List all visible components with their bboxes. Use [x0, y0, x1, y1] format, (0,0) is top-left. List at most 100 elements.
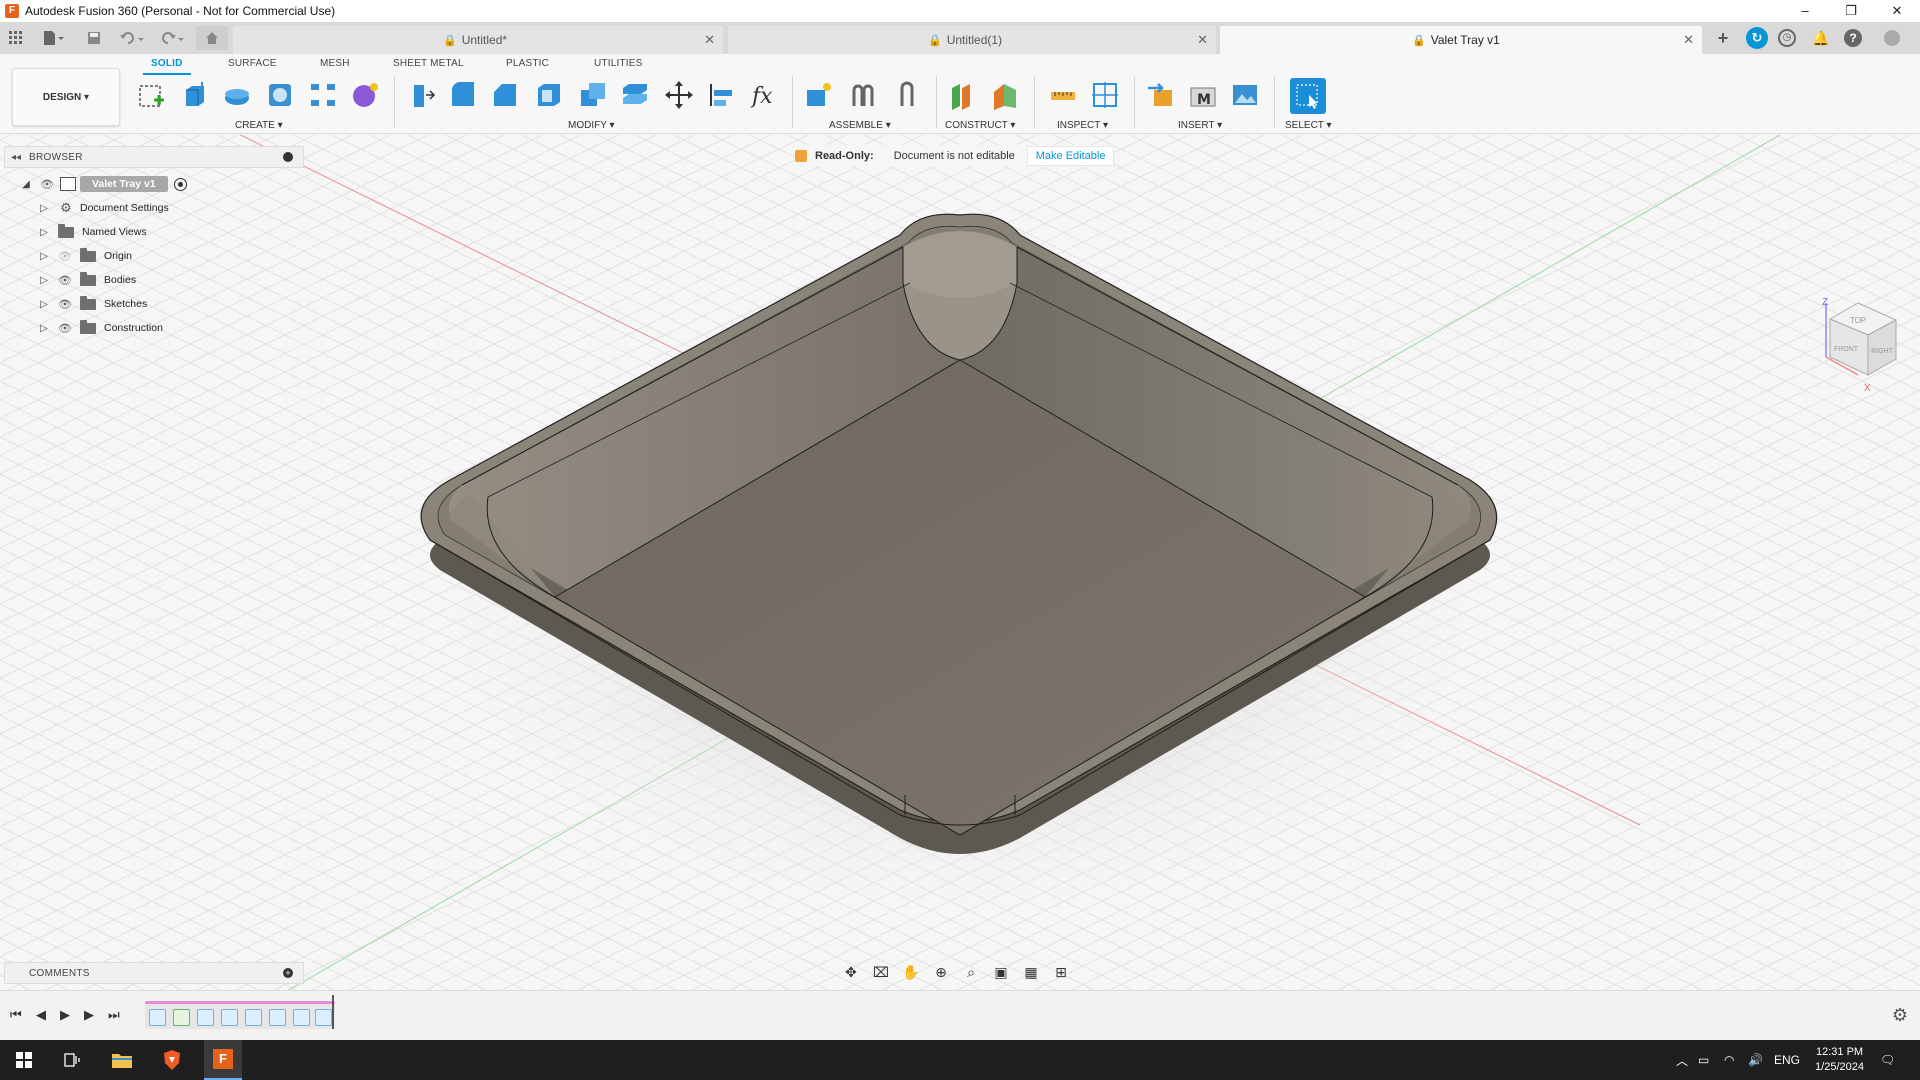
timeline-fillet-item[interactable]	[245, 1009, 262, 1026]
system-clock[interactable]: 12:31 PM 1/25/2024	[1815, 1045, 1864, 1075]
change-parameters-icon[interactable]: fx	[750, 80, 780, 110]
battery-icon[interactable]: ▭	[1698, 1040, 1709, 1080]
orbit-icon[interactable]: ✥	[840, 961, 862, 983]
timeline-track[interactable]	[145, 1001, 335, 1029]
add-comment-icon[interactable]: +	[283, 968, 293, 978]
insert-group-label[interactable]: INSERT ▾	[1178, 120, 1222, 131]
chamfer-icon[interactable]	[490, 80, 520, 110]
step-back-icon[interactable]: ◀	[36, 1007, 46, 1023]
visibility-eye-icon[interactable]: 👁	[40, 177, 54, 191]
language-indicator[interactable]: ENG	[1774, 1040, 1800, 1080]
home-icon[interactable]	[196, 26, 228, 50]
expand-arrow-icon[interactable]: ▷	[38, 275, 50, 286]
grid-settings-icon[interactable]: ▦	[1020, 961, 1042, 983]
plane-at-angle-icon[interactable]	[990, 80, 1020, 110]
step-forward-icon[interactable]: ▶	[84, 1007, 94, 1023]
expand-arrow-icon[interactable]: ▷	[38, 251, 50, 262]
modify-group-label[interactable]: MODIFY ▾	[568, 120, 615, 131]
clock-icon[interactable]: ◷	[1778, 29, 1796, 47]
file-menu-icon[interactable]	[38, 26, 68, 50]
play-icon[interactable]: ▶	[60, 1007, 70, 1023]
browser-item-origin[interactable]: ▷ 👁 Origin	[38, 245, 132, 267]
wifi-icon[interactable]: ◠	[1724, 1040, 1734, 1080]
create-sketch-icon[interactable]	[136, 80, 166, 110]
extrude-icon[interactable]	[180, 80, 210, 110]
select-icon[interactable]	[1290, 78, 1326, 114]
tab-untitled[interactable]: 🔒 Untitled* ✕	[233, 26, 723, 54]
joint-icon[interactable]	[848, 80, 878, 110]
tab-valet-tray[interactable]: 🔒 Valet Tray v1 ✕	[1220, 26, 1702, 54]
timeline-sketch-item[interactable]	[197, 1009, 214, 1026]
timeline-fillet-item[interactable]	[315, 1009, 332, 1026]
insert-derive-icon[interactable]	[1146, 80, 1176, 110]
tab-mesh[interactable]: MESH	[320, 58, 350, 69]
split-body-icon[interactable]	[620, 80, 650, 110]
press-pull-icon[interactable]	[406, 80, 436, 110]
go-to-start-icon[interactable]: ⏮	[10, 1007, 22, 1023]
tab-utilities[interactable]: UTILITIES	[594, 58, 642, 69]
browser-item-bodies[interactable]: ▷ 👁 Bodies	[38, 269, 136, 291]
close-window-button[interactable]: ✕	[1874, 0, 1920, 22]
measure-icon[interactable]	[1048, 80, 1078, 110]
pan-hand-icon[interactable]: ✋	[900, 961, 922, 983]
make-editable-link[interactable]: Make Editable	[1026, 146, 1115, 166]
collapse-browser-icon[interactable]: ◂◂	[11, 152, 21, 163]
close-tab-icon[interactable]: ✕	[704, 32, 715, 48]
close-tab-icon[interactable]: ✕	[1197, 32, 1208, 48]
minimize-button[interactable]: –	[1782, 0, 1828, 22]
combine-icon[interactable]	[578, 80, 608, 110]
browser-item-sketches[interactable]: ▷ 👁 Sketches	[38, 293, 147, 315]
hole-icon[interactable]	[265, 80, 295, 110]
expand-arrow-icon[interactable]: ▷	[38, 323, 50, 334]
as-built-joint-icon[interactable]	[892, 80, 922, 110]
visibility-eye-icon[interactable]: 👁	[58, 321, 72, 335]
inspect-group-label[interactable]: INSPECT ▾	[1057, 120, 1108, 131]
help-icon[interactable]: ?	[1844, 29, 1862, 47]
new-tab-icon[interactable]: +	[1712, 27, 1734, 49]
job-status-icon[interactable]: ↻	[1746, 27, 1768, 49]
timeline-marker[interactable]	[332, 995, 334, 1029]
visibility-eye-icon[interactable]: 👁	[58, 273, 72, 287]
task-view-icon[interactable]	[56, 1040, 88, 1080]
redo-icon[interactable]	[156, 26, 188, 50]
browser-panel-header[interactable]: ◂◂ BROWSER	[4, 146, 304, 168]
rectangular-pattern-icon[interactable]	[308, 80, 338, 110]
view-cube[interactable]: TOP FRONT RIGHT Z X	[1808, 295, 1908, 395]
expand-arrow-icon[interactable]: ▷	[38, 299, 50, 310]
notification-center-icon[interactable]: 🗨	[1880, 1040, 1895, 1080]
section-analysis-icon[interactable]	[1090, 80, 1120, 110]
timeline-plane-item[interactable]	[173, 1009, 190, 1026]
timeline-extrude-item[interactable]	[221, 1009, 238, 1026]
browser-item-construction[interactable]: ▷ 👁 Construction	[38, 317, 163, 339]
fusion-taskbar-icon[interactable]: F	[204, 1040, 242, 1080]
insert-canvas-icon[interactable]	[1230, 80, 1260, 110]
show-hidden-icons-chevron[interactable]: ︿	[1676, 1040, 1688, 1080]
viewports-icon[interactable]: ⊞	[1050, 961, 1072, 983]
workspace-switcher-button[interactable]: DESIGN ▾	[12, 68, 120, 126]
notification-bell-icon[interactable]: 🔔	[1810, 27, 1832, 49]
activate-radio-icon[interactable]	[173, 177, 187, 191]
undo-icon[interactable]	[116, 26, 148, 50]
tab-untitled-1[interactable]: 🔒 Untitled(1) ✕	[728, 26, 1216, 54]
zoom-icon[interactable]: ⊕	[930, 961, 952, 983]
timeline-sketch-item[interactable]	[149, 1009, 166, 1026]
assemble-group-label[interactable]: ASSEMBLE ▾	[829, 120, 891, 131]
save-icon[interactable]	[84, 26, 104, 50]
visibility-eye-icon[interactable]: 👁	[58, 249, 72, 263]
close-tab-icon[interactable]: ✕	[1683, 32, 1694, 48]
tab-sheet-metal[interactable]: SHEET METAL	[393, 58, 464, 69]
timeline-fillet-item[interactable]	[293, 1009, 310, 1026]
construct-group-label[interactable]: CONSTRUCT ▾	[945, 120, 1015, 131]
tab-solid[interactable]: SOLID	[143, 58, 191, 75]
move-copy-icon[interactable]	[664, 80, 694, 110]
volume-icon[interactable]: 🔊	[1748, 1040, 1763, 1080]
tab-surface[interactable]: SURFACE	[228, 58, 277, 69]
browser-root-item[interactable]: ◢ 👁 Valet Tray v1	[20, 173, 187, 195]
timeline-shell-item[interactable]	[269, 1009, 286, 1026]
browser-item-named-views[interactable]: ▷ Named Views	[38, 221, 147, 243]
browser-pin-icon[interactable]	[283, 152, 293, 162]
canvas-viewport[interactable]: TOP FRONT RIGHT Z X	[0, 135, 1920, 990]
go-to-end-icon[interactable]: ⏭	[108, 1007, 120, 1023]
fit-zoom-icon[interactable]: ⌕	[960, 961, 982, 983]
timeline-settings-gear-icon[interactable]: ⚙	[1892, 1005, 1908, 1026]
